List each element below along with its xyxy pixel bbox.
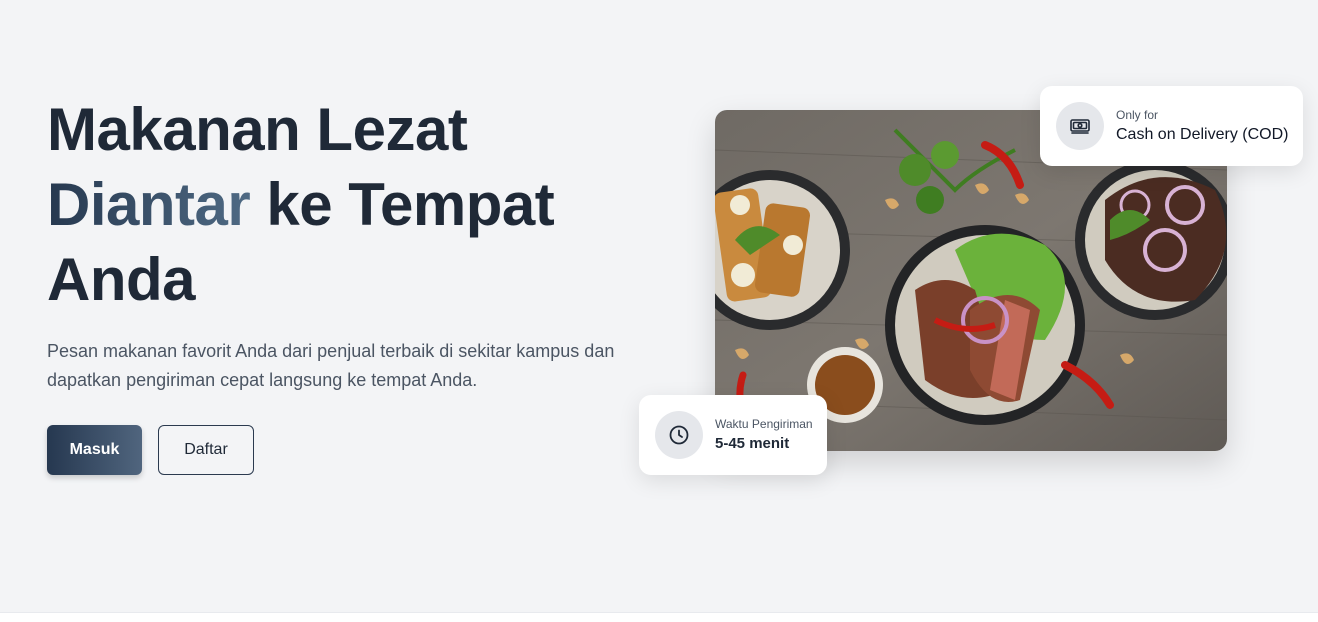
cod-badge-text: Only for Cash on Delivery (COD) — [1116, 107, 1288, 146]
delivery-time-text: Waktu Pengiriman 5-45 menit — [715, 416, 813, 455]
delivery-time-badge: Waktu Pengiriman 5-45 menit — [639, 395, 827, 475]
title-line-2: ke Tempat — [250, 171, 555, 238]
title-line-3: Anda — [47, 246, 196, 313]
cod-badge: Only for Cash on Delivery (COD) — [1040, 86, 1303, 166]
page-title: Makanan Lezat Diantar ke Tempat Anda — [47, 92, 647, 317]
delivery-time-value: 5-45 menit — [715, 434, 790, 452]
cash-icon — [1056, 102, 1104, 150]
hero-actions: Masuk Daftar — [47, 425, 647, 475]
hero-description: Pesan makanan favorit Anda dari penjual … — [47, 341, 615, 390]
delivery-time-caption: Waktu Pengiriman — [715, 416, 813, 431]
login-button[interactable]: Masuk — [47, 425, 142, 475]
cod-badge-value: Cash on Delivery (COD) — [1116, 125, 1289, 143]
cod-badge-caption: Only for — [1116, 107, 1159, 122]
hero-section: Makanan Lezat Diantar ke Tempat Anda Pes… — [47, 92, 647, 475]
register-button[interactable]: Daftar — [158, 425, 254, 475]
title-accent-word: Diantar — [47, 171, 251, 238]
clock-icon — [655, 411, 703, 459]
title-line-1: Makanan Lezat — [47, 96, 468, 163]
